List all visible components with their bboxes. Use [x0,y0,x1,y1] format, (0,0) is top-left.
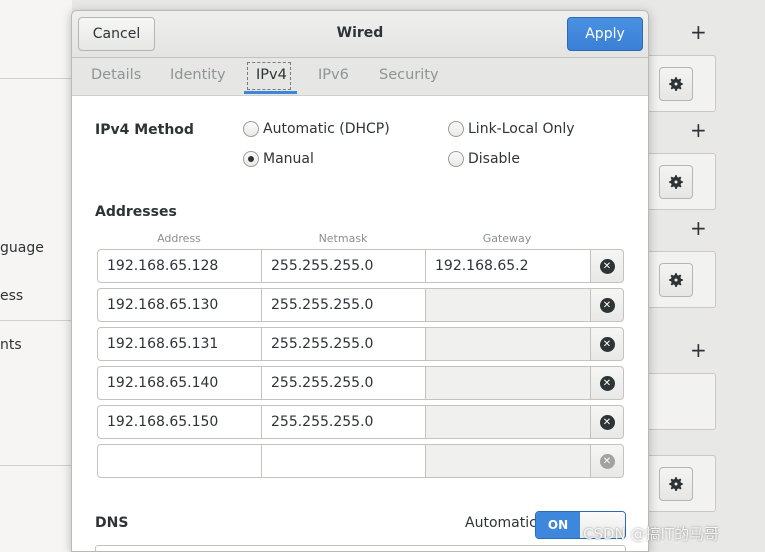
clear-icon: ✕ [599,297,615,313]
gear-icon[interactable] [659,263,693,297]
radio-label: Manual [263,151,314,167]
clear-icon: ✕ [599,336,615,352]
radio-label: Disable [468,151,520,167]
switch-on-label: ON [536,512,580,538]
dns-label: DNS [95,515,129,531]
address-row: 192.168.65.140 255.255.255.0 ✕ [97,366,624,400]
plus-icon[interactable]: + [690,218,707,238]
dns-servers-field[interactable] [95,545,626,551]
radio-disable[interactable]: Disable [448,151,520,167]
delete-address-button: ✕ [590,444,624,478]
apply-button[interactable]: Apply [567,17,643,51]
gateway-field [425,444,591,478]
address-row: 192.168.65.150 255.255.255.0 ✕ [97,405,624,439]
dialog-header: Cancel Wired Apply [72,11,648,58]
plus-icon[interactable]: + [690,120,707,140]
radio-button[interactable] [243,121,259,137]
tab-security[interactable]: Security [379,58,439,95]
delete-address-button[interactable]: ✕ [590,288,624,322]
tab-details[interactable]: Details [91,58,141,95]
delete-address-button[interactable]: ✕ [590,327,624,361]
wired-dialog: Cancel Wired Apply Details Identity IPv4… [71,10,649,552]
clear-icon: ✕ [599,258,615,274]
netmask-field[interactable] [261,444,426,478]
address-row: 192.168.65.128 255.255.255.0 192.168.65.… [97,249,624,283]
gear-icon[interactable] [659,467,693,501]
netmask-field[interactable]: 255.255.255.0 [261,405,426,439]
address-field[interactable]: 192.168.65.128 [97,249,262,283]
radio-button[interactable] [448,151,464,167]
divider [0,465,72,466]
radio-link-local-only[interactable]: Link-Local Only [448,121,575,137]
radio-label: Automatic (DHCP) [263,121,390,137]
gateway-field [425,327,591,361]
address-field[interactable] [97,444,262,478]
column-header-netmask: Netmask [318,232,368,245]
column-header-address: Address [157,232,201,245]
clear-icon: ✕ [599,414,615,430]
tab-ipv4[interactable]: IPv4 [256,58,287,95]
dialog-title: Wired [336,25,384,41]
delete-address-button[interactable]: ✕ [590,405,624,439]
active-tab-indicator [244,91,297,94]
ipv4-method-label: IPv4 Method [95,122,194,138]
netmask-field[interactable]: 255.255.255.0 [261,366,426,400]
gateway-field [425,366,591,400]
address-field[interactable]: 192.168.65.140 [97,366,262,400]
plus-icon[interactable]: + [690,22,707,42]
radio-button[interactable] [448,121,464,137]
address-row-empty: ✕ [97,444,624,478]
background-sidebar: guage ess nts [0,0,72,552]
watermark: CSDN @搞IT的马哥 [583,525,720,543]
address-row: 192.168.65.130 255.255.255.0 ✕ [97,288,624,322]
divider [0,320,72,321]
radio-button[interactable] [243,151,259,167]
tab-ipv6[interactable]: IPv6 [318,58,349,95]
gateway-field[interactable]: 192.168.65.2 [425,249,591,283]
gear-icon[interactable] [659,67,693,101]
netmask-field[interactable]: 255.255.255.0 [261,327,426,361]
cancel-button[interactable]: Cancel [78,17,155,51]
dns-automatic-label: Automatic [465,515,537,531]
clear-icon: ✕ [599,375,615,391]
divider [0,78,72,79]
address-field[interactable]: 192.168.65.150 [97,405,262,439]
background-label-accounts: nts [0,337,22,353]
tab-identity[interactable]: Identity [170,58,226,95]
radio-automatic-dhcp[interactable]: Automatic (DHCP) [243,121,390,137]
plus-icon[interactable]: + [690,340,707,360]
addresses-label: Addresses [95,204,177,220]
address-field[interactable]: 192.168.65.131 [97,327,262,361]
gateway-field [425,405,591,439]
radio-label: Link-Local Only [468,121,575,137]
background-network-card [649,373,716,430]
clear-icon: ✕ [599,453,615,469]
address-field[interactable]: 192.168.65.130 [97,288,262,322]
tab-bar: Details Identity IPv4 IPv6 Security [72,58,648,96]
gateway-field [425,288,591,322]
column-header-gateway: Gateway [482,232,532,245]
delete-address-button[interactable]: ✕ [590,249,624,283]
gear-icon[interactable] [659,165,693,199]
address-row: 192.168.65.131 255.255.255.0 ✕ [97,327,624,361]
netmask-field[interactable]: 255.255.255.0 [261,288,426,322]
radio-manual[interactable]: Manual [243,151,314,167]
delete-address-button[interactable]: ✕ [590,366,624,400]
netmask-field[interactable]: 255.255.255.0 [261,249,426,283]
background-label-address: ess [0,288,24,304]
background-label-language: guage [0,240,44,256]
